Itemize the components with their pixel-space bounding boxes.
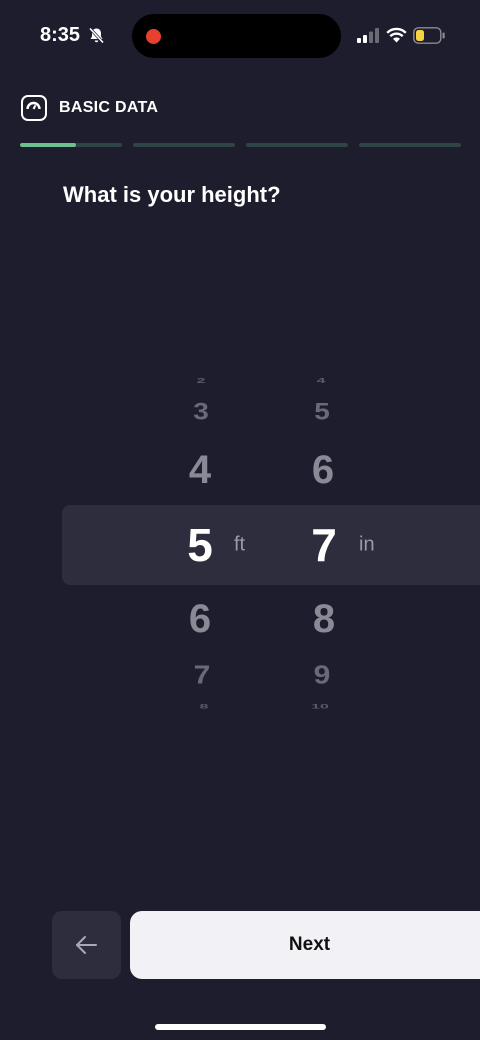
progress-segment-fill <box>20 143 77 147</box>
inches-unit-label: in <box>359 533 375 556</box>
feet-option[interactable]: 4 <box>189 450 211 490</box>
feet-option[interactable]: 3 <box>193 400 209 424</box>
inches-selected-value[interactable]: 7 <box>311 522 337 568</box>
inches-option[interactable]: 10 <box>311 704 329 710</box>
inches-option[interactable]: 5 <box>314 400 330 424</box>
status-time: 8:35 <box>40 24 81 46</box>
next-button-label: Next <box>288 934 331 955</box>
arrow-left-icon <box>76 936 97 954</box>
feet-selected-value[interactable]: 5 <box>187 522 213 568</box>
recording-indicator-icon <box>146 29 161 44</box>
feet-unit-label: ft <box>234 533 246 556</box>
signal-icon <box>357 28 379 43</box>
home-indicator[interactable] <box>155 1024 326 1030</box>
feet-option[interactable]: 8 <box>200 704 209 710</box>
feet-option[interactable]: 7 <box>194 663 211 689</box>
progress-segment-1 <box>20 143 122 147</box>
page-title: What is your height? <box>63 182 281 207</box>
picker-selection-highlight <box>62 505 480 585</box>
dynamic-island <box>132 14 341 58</box>
bell-slash-icon <box>88 27 105 44</box>
inches-option[interactable]: 8 <box>313 599 335 639</box>
wifi-icon <box>386 27 407 43</box>
feet-option[interactable]: 2 <box>197 377 206 384</box>
next-button[interactable]: Next <box>130 911 480 979</box>
progress-segment-2 <box>133 143 235 147</box>
battery-icon <box>413 27 445 44</box>
inches-option[interactable]: 9 <box>314 663 331 689</box>
scale-icon <box>21 95 47 121</box>
progress-segment-4 <box>359 143 461 147</box>
inches-option[interactable]: 4 <box>317 377 326 384</box>
feet-option[interactable]: 6 <box>189 599 211 639</box>
progress-segment-3 <box>246 143 348 147</box>
progress-bar <box>20 143 461 147</box>
section-title: BASIC DATA <box>59 99 159 116</box>
back-button[interactable] <box>52 911 121 979</box>
inches-option[interactable]: 6 <box>312 450 334 490</box>
